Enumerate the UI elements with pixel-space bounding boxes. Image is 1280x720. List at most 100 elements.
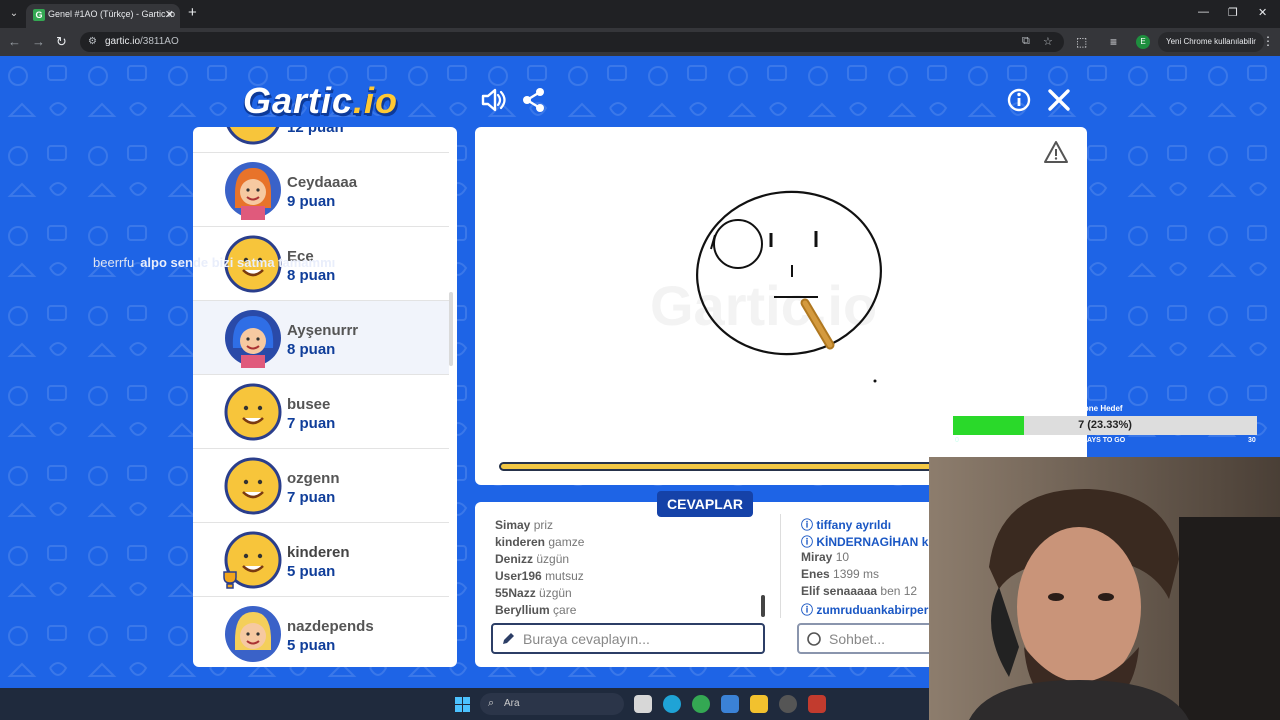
player-points: 9 puan	[287, 193, 336, 210]
answer-item: Denizz üzgün	[495, 552, 570, 566]
player-avatar-yellow	[224, 457, 282, 515]
window-close-icon[interactable]: ✕	[1258, 6, 1267, 19]
player-avatar-orange-hair	[225, 162, 281, 220]
chat-system-item: ⓘ tiffany ayrıldı	[801, 518, 892, 532]
warning-icon[interactable]	[1043, 140, 1069, 164]
install-app-icon[interactable]: ⧉	[1022, 35, 1030, 48]
search-icon: ⌕	[488, 697, 495, 709]
browser-tab[interactable]: G Genel #1AO (Türkçe) - Gartic.io ✕	[26, 4, 180, 28]
edge-icon[interactable]	[663, 695, 681, 713]
address-bar[interactable]: ⚙ gartic.io/3811AO ⧉ ☆	[80, 32, 1064, 52]
player-row[interactable]: nazdepends 5 puan	[193, 597, 449, 667]
chat-system-item: ⓘ zumruduankabirperi	[801, 603, 932, 617]
answer-field[interactable]	[491, 623, 765, 654]
player-name: ozgenn	[287, 470, 340, 487]
player-name: kinderen	[287, 544, 350, 561]
overlay-chat-user: beerrfu	[93, 255, 135, 270]
chat-item: Elif senaaaaa ben 12	[801, 584, 918, 598]
tab-title: Genel #1AO (Türkçe) - Gartic.io	[48, 9, 176, 19]
url-text[interactable]: gartic.io/3811AO	[105, 36, 179, 47]
player-points: 8 puan	[287, 341, 336, 358]
taskbar-search-label: Ara	[504, 698, 520, 709]
tab-search-chevron-icon[interactable]: ⌄	[6, 6, 22, 22]
forward-icon[interactable]: →	[32, 34, 45, 50]
extensions-icon[interactable]: ⬚	[1076, 35, 1087, 49]
goal-days-label: DAYS TO GO	[1082, 437, 1126, 444]
player-row[interactable]: kinderen 5 puan	[193, 523, 449, 597]
speaker-icon[interactable]	[479, 86, 507, 114]
taskbar-search[interactable]: ⌕ Ara	[480, 693, 624, 715]
answer-item: Beryllium çare	[495, 603, 577, 617]
goal-progress-bar: 7 (23.33%)	[953, 416, 1257, 435]
panel-divider	[780, 514, 781, 618]
answers-tab[interactable]: CEVAPLAR	[657, 491, 753, 517]
new-tab-plus-icon[interactable]: +	[188, 5, 197, 21]
player-name: nazdepends	[287, 618, 374, 635]
player-points: 5 puan	[287, 637, 336, 654]
streamer-webcam-image	[929, 457, 1280, 720]
player-points: 5 puan	[287, 563, 336, 580]
player-avatar	[226, 127, 280, 145]
stream-chat-overlay: beerrfu alpo sende bizi satma tamammı	[93, 255, 335, 270]
player-row[interactable]: Ayşenurrr 8 puan	[193, 301, 449, 375]
gartic-logo[interactable]: Gartic.io	[243, 80, 398, 122]
goal-min: 0	[955, 437, 959, 444]
canvas-watermark: Gartic.io	[650, 274, 877, 337]
settings-app-icon[interactable]	[779, 695, 797, 713]
app-icon[interactable]	[808, 695, 826, 713]
answers-scrollbar[interactable]	[761, 595, 765, 617]
windows-start-icon[interactable]	[455, 697, 470, 712]
pencil-icon	[503, 633, 514, 644]
restore-icon[interactable]: ❐	[1228, 6, 1238, 19]
player-name: Ceydaaaa	[287, 174, 358, 191]
chrome-update-button[interactable]: Yeni Chrome kullanılabilir	[1158, 32, 1264, 52]
goal-max: 30	[1248, 437, 1256, 444]
players-scrollbar[interactable]	[449, 292, 453, 366]
bookmark-star-icon[interactable]: ☆	[1043, 35, 1053, 48]
gartic-favicon-icon: G	[33, 9, 45, 21]
windows-taskbar: ⌕ Ara	[0, 688, 929, 720]
answer-item: User196 mutsuz	[495, 569, 584, 583]
reload-icon[interactable]: ↻	[56, 34, 67, 50]
mail-icon[interactable]	[721, 695, 739, 713]
answer-item: Simay priz	[495, 518, 554, 532]
info-icon[interactable]	[1005, 86, 1033, 114]
overlay-chat-message: alpo sende bizi satma tamammı	[140, 255, 336, 270]
browser-tab-bar: ⌄ G Genel #1AO (Türkçe) - Gartic.io ✕ + …	[0, 0, 1280, 28]
player-row[interactable]: 12 puan	[193, 127, 449, 153]
goal-label: bone Hedef	[1079, 404, 1123, 413]
profile-avatar[interactable]: E	[1136, 35, 1150, 49]
browser-toolbar: ← → ↻ ⚙ gartic.io/3811AO ⧉ ☆ ⬚ ≡ E Yeni …	[0, 28, 1280, 56]
player-name: Ayşenurrr	[287, 322, 359, 339]
file-explorer-icon[interactable]	[750, 695, 768, 713]
player-avatar-blonde-hair	[225, 606, 281, 662]
player-row[interactable]: Ceydaaaa 9 puan	[193, 153, 449, 227]
chat-input[interactable]	[829, 629, 939, 649]
players-list[interactable]: 12 puan Ceydaaaa 9 puan Ece 8 puan Ayşen…	[193, 127, 457, 667]
chrome-menu-icon[interactable]: ⋮	[1262, 34, 1274, 48]
answer-input[interactable]	[523, 629, 753, 649]
goal-progress-text: 7 (23.33%)	[1078, 419, 1132, 431]
player-points: 12 puan	[287, 127, 344, 136]
player-points: 7 puan	[287, 415, 336, 432]
webcam-overlay	[929, 457, 1280, 720]
chat-item: Enes 1399 ms	[801, 567, 880, 581]
chat-item: Miray 10	[801, 550, 850, 564]
player-avatar-blue-hair	[225, 310, 281, 368]
tab-close-icon[interactable]: ✕	[165, 8, 174, 21]
close-icon[interactable]	[1045, 86, 1073, 114]
chrome-icon[interactable]	[692, 695, 710, 713]
back-icon[interactable]: ←	[8, 34, 21, 50]
media-control-icon[interactable]: ≡	[1110, 35, 1117, 49]
minimize-icon[interactable]: —	[1198, 6, 1209, 18]
player-row[interactable]: busee 7 puan	[193, 375, 449, 449]
chat-bubble-icon	[807, 632, 821, 646]
player-row[interactable]: ozgenn 7 puan	[193, 449, 449, 523]
task-view-icon[interactable]	[634, 695, 652, 713]
trophy-icon	[223, 571, 237, 589]
site-info-icon[interactable]: ⚙	[88, 36, 97, 47]
share-icon[interactable]	[520, 86, 548, 114]
answer-item: kinderen gamze	[495, 535, 585, 549]
chat-field[interactable]	[797, 623, 947, 654]
answer-item: 55Nazz üzgün	[495, 586, 572, 600]
